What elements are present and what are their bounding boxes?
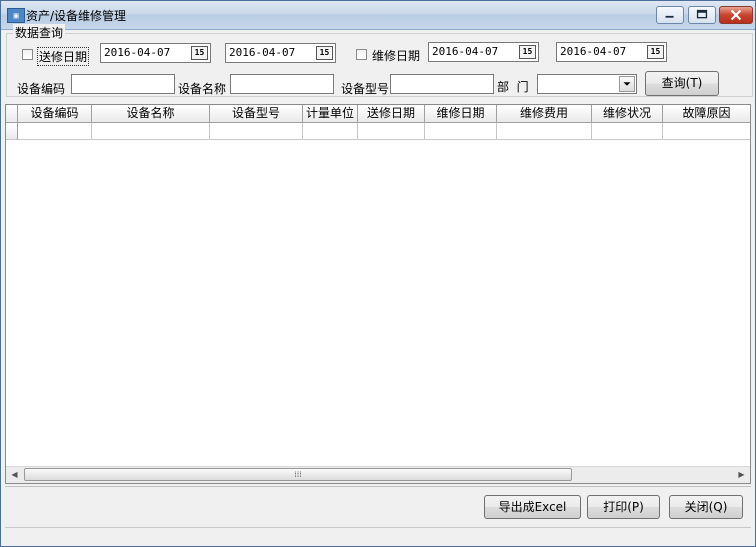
horizontal-scrollbar[interactable]: ◀ ⁞⁞⁞ ▶ [6, 466, 750, 483]
device-code-label: 设备编码 [17, 82, 66, 96]
grid-header: 设备编码 设备名称 设备型号 计量单位 送修日期 维修日期 维修费用 维修状况 … [6, 105, 750, 123]
row-indicator[interactable] [6, 123, 18, 140]
print-button[interactable]: 打印(P) [587, 495, 660, 519]
status-bar [5, 527, 751, 545]
table-cell[interactable] [92, 123, 210, 140]
chevron-down-icon [623, 82, 631, 86]
scroll-left-icon[interactable]: ◀ [6, 467, 23, 483]
col-header-device-name[interactable]: 设备名称 [92, 105, 210, 123]
table-cell[interactable] [358, 123, 425, 140]
repair-date-checkbox[interactable] [356, 49, 367, 60]
send-date-label: 送修日期 [37, 47, 90, 66]
device-name-input[interactable] [230, 74, 334, 94]
department-select[interactable] [537, 74, 637, 94]
table-cell[interactable] [663, 123, 750, 140]
send-date-from[interactable]: 2016-04-07 15 [100, 43, 211, 63]
app-icon: ▣ [7, 8, 25, 23]
row-indicator-header [6, 105, 18, 123]
close-icon [730, 9, 742, 21]
export-excel-button[interactable]: 导出成Excel [484, 495, 581, 519]
table-cell[interactable] [18, 123, 92, 140]
scroll-thumb[interactable]: ⁞⁞⁞ [24, 468, 572, 481]
table-cell[interactable] [592, 123, 663, 140]
repair-date-from-value: 2016-04-07 [432, 45, 499, 58]
main-window: ▣ 资产/设备维修管理 数据查询 送修日期 2016-04-07 15 2016… [0, 0, 756, 547]
repair-date-to-value: 2016-04-07 [560, 45, 627, 58]
col-header-repair-status[interactable]: 维修状况 [592, 105, 663, 123]
send-date-from-value: 2016-04-07 [104, 46, 171, 59]
maximize-icon [696, 9, 708, 19]
search-button[interactable]: 查询(T) [645, 71, 719, 96]
minimize-icon [665, 15, 674, 18]
device-model-input[interactable] [390, 74, 494, 94]
dropdown-button[interactable] [619, 76, 635, 92]
col-header-unit[interactable]: 计量单位 [303, 105, 358, 123]
data-grid[interactable]: 设备编码 设备名称 设备型号 计量单位 送修日期 维修日期 维修费用 维修状况 … [5, 104, 751, 484]
col-header-device-code[interactable]: 设备编码 [18, 105, 92, 123]
scroll-right-icon[interactable]: ▶ [733, 467, 750, 483]
device-name-label: 设备名称 [178, 82, 227, 96]
department-label: 部 门 [497, 80, 529, 94]
repair-date-label: 维修日期 [372, 49, 421, 63]
col-header-fault-cause[interactable]: 故障原因 [663, 105, 750, 123]
col-header-repair-date[interactable]: 维修日期 [425, 105, 497, 123]
col-header-send-date[interactable]: 送修日期 [358, 105, 425, 123]
repair-date-to[interactable]: 2016-04-07 15 [556, 42, 667, 62]
calendar-icon[interactable]: 15 [647, 45, 664, 59]
col-header-device-model[interactable]: 设备型号 [210, 105, 303, 123]
table-cell[interactable] [497, 123, 592, 140]
calendar-icon[interactable]: 15 [519, 45, 536, 59]
close-window-button[interactable] [719, 6, 753, 24]
send-date-to[interactable]: 2016-04-07 15 [225, 43, 336, 63]
title-bar[interactable]: ▣ 资产/设备维修管理 [1, 1, 755, 30]
table-cell[interactable] [303, 123, 358, 140]
repair-date-from[interactable]: 2016-04-07 15 [428, 42, 539, 62]
query-group-title: 数据查询 [13, 24, 66, 41]
send-date-to-value: 2016-04-07 [229, 46, 296, 59]
table-cell[interactable] [425, 123, 497, 140]
calendar-icon[interactable]: 15 [191, 46, 208, 60]
device-model-label: 设备型号 [341, 82, 390, 96]
send-date-checkbox[interactable] [22, 49, 33, 60]
table-row[interactable] [6, 123, 750, 140]
window-title: 资产/设备维修管理 [26, 9, 127, 23]
minimize-button[interactable] [656, 6, 684, 24]
maximize-button[interactable] [688, 6, 716, 24]
device-code-input[interactable] [71, 74, 175, 94]
calendar-icon[interactable]: 15 [316, 46, 333, 60]
table-cell[interactable] [210, 123, 303, 140]
close-button[interactable]: 关闭(Q) [669, 495, 743, 519]
col-header-repair-cost[interactable]: 维修费用 [497, 105, 592, 123]
